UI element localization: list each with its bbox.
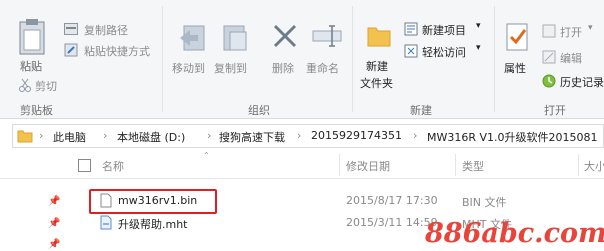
properties-label: 属性 <box>504 62 526 75</box>
delete-label: 删除 <box>272 62 294 75</box>
breadcrumb-chevron-icon[interactable]: › <box>103 129 107 142</box>
edit-icon <box>542 50 556 64</box>
pin-icon: 📌 <box>48 196 61 207</box>
copy-path-label: 复制路径 <box>84 24 128 37</box>
highlight-box <box>89 189 217 214</box>
breadcrumb-item[interactable]: 2015929174351 <box>311 129 402 142</box>
ribbon: 粘贴 复制路径 粘贴快捷方式 粘贴 剪切 剪贴板 移动到 复制到 删除 重命名 … <box>0 0 604 119</box>
folder-icon <box>367 27 391 47</box>
open-label: 打开 <box>560 26 582 39</box>
rename-button[interactable]: 重命名 <box>306 22 348 78</box>
open-dropdown-icon[interactable]: ▾ <box>588 23 593 33</box>
new-item-dropdown-icon[interactable]: ▾ <box>476 21 481 31</box>
easy-access-icon <box>404 44 418 58</box>
clipboard-icon <box>19 19 45 55</box>
column-modified-header[interactable]: 修改日期 <box>346 158 390 174</box>
breadcrumb-chevron-icon[interactable]: › <box>207 129 211 142</box>
new-folder-label-line2: 文件夹 <box>360 77 393 90</box>
breadcrumb-item[interactable]: 搜狗高速下载 <box>219 129 285 145</box>
properties-button[interactable]: 属性 <box>500 22 536 78</box>
paste-label[interactable]: 粘贴 <box>20 58 42 74</box>
history-icon <box>542 74 556 88</box>
clipboard-group-label: 剪贴板 <box>20 104 53 117</box>
new-folder-label-line1: 新建 <box>366 60 388 73</box>
breadcrumb-item[interactable]: MW316R V1.0升级软件2015081 <box>427 129 598 145</box>
breadcrumb-item[interactable]: 此电脑 <box>53 129 86 145</box>
breadcrumb-chevron-icon[interactable]: › <box>39 129 43 142</box>
pin-icon: 📌 <box>48 218 61 229</box>
easy-access-dropdown-icon[interactable]: ▾ <box>476 43 481 53</box>
new-item-label: 新建项目 <box>422 24 466 37</box>
sort-up-icon: ⌃ <box>203 151 210 160</box>
copy-to-icon <box>223 25 247 51</box>
delete-button[interactable]: 删除 <box>268 22 302 78</box>
move-to-icon <box>180 25 205 51</box>
organize-group-label: 组织 <box>248 104 270 117</box>
column-size-header[interactable]: 大小 <box>584 158 604 174</box>
rename-label: 重命名 <box>306 62 339 75</box>
rename-icon <box>312 25 342 47</box>
mht-file-icon <box>100 215 112 230</box>
pin-icon: 📌 <box>48 239 61 250</box>
open-icon <box>542 24 556 38</box>
edit-label: 编辑 <box>560 52 582 65</box>
breadcrumb-item[interactable]: 本地磁盘 (D:) <box>117 129 185 145</box>
file-name[interactable]: 升级帮助.mht <box>118 216 188 232</box>
properties-check-icon <box>506 23 528 51</box>
file-type: BIN 文件 <box>462 196 507 209</box>
select-all-checkbox[interactable] <box>78 159 91 172</box>
column-name-header[interactable]: 名称 <box>102 158 124 174</box>
watermark: 886abc.com <box>425 218 604 249</box>
move-to-button[interactable]: 移动到 <box>172 22 212 78</box>
column-type-header[interactable]: 类型 <box>462 158 484 174</box>
history-label: 历史记录 <box>560 76 604 89</box>
folder-icon <box>17 130 33 143</box>
copy-to-label: 复制到 <box>214 62 247 75</box>
new-folder-button[interactable]: 新建 文件夹 <box>358 22 402 92</box>
scissors-icon <box>19 78 31 92</box>
file-modified: 2015/8/17 17:30 <box>346 194 438 207</box>
breadcrumb-chevron-icon[interactable]: › <box>297 129 301 142</box>
copy-path-icon <box>64 23 78 35</box>
copy-to-button[interactable]: 复制到 <box>214 22 254 78</box>
breadcrumb-chevron-icon[interactable]: › <box>413 129 417 142</box>
paste-shortcut-icon <box>64 43 78 57</box>
easy-access-label: 轻松访问 <box>422 46 466 59</box>
paste-shortcut-label: 粘贴快捷方式 <box>84 45 150 58</box>
address-bar[interactable]: › 此电脑 › 本地磁盘 (D:) › 搜狗高速下载 › 20159291743… <box>12 124 604 148</box>
new-item-icon <box>404 22 418 36</box>
file-modified: 2015/3/11 14:59 <box>346 216 438 229</box>
column-header: ⌃ 名称 修改日期 类型 大小 <box>0 150 604 179</box>
delete-x-icon <box>273 24 297 48</box>
move-to-label: 移动到 <box>172 62 205 75</box>
open-group-label: 打开 <box>544 104 566 117</box>
new-group-label: 新建 <box>410 104 432 117</box>
cut-label: 剪切 <box>35 80 57 93</box>
